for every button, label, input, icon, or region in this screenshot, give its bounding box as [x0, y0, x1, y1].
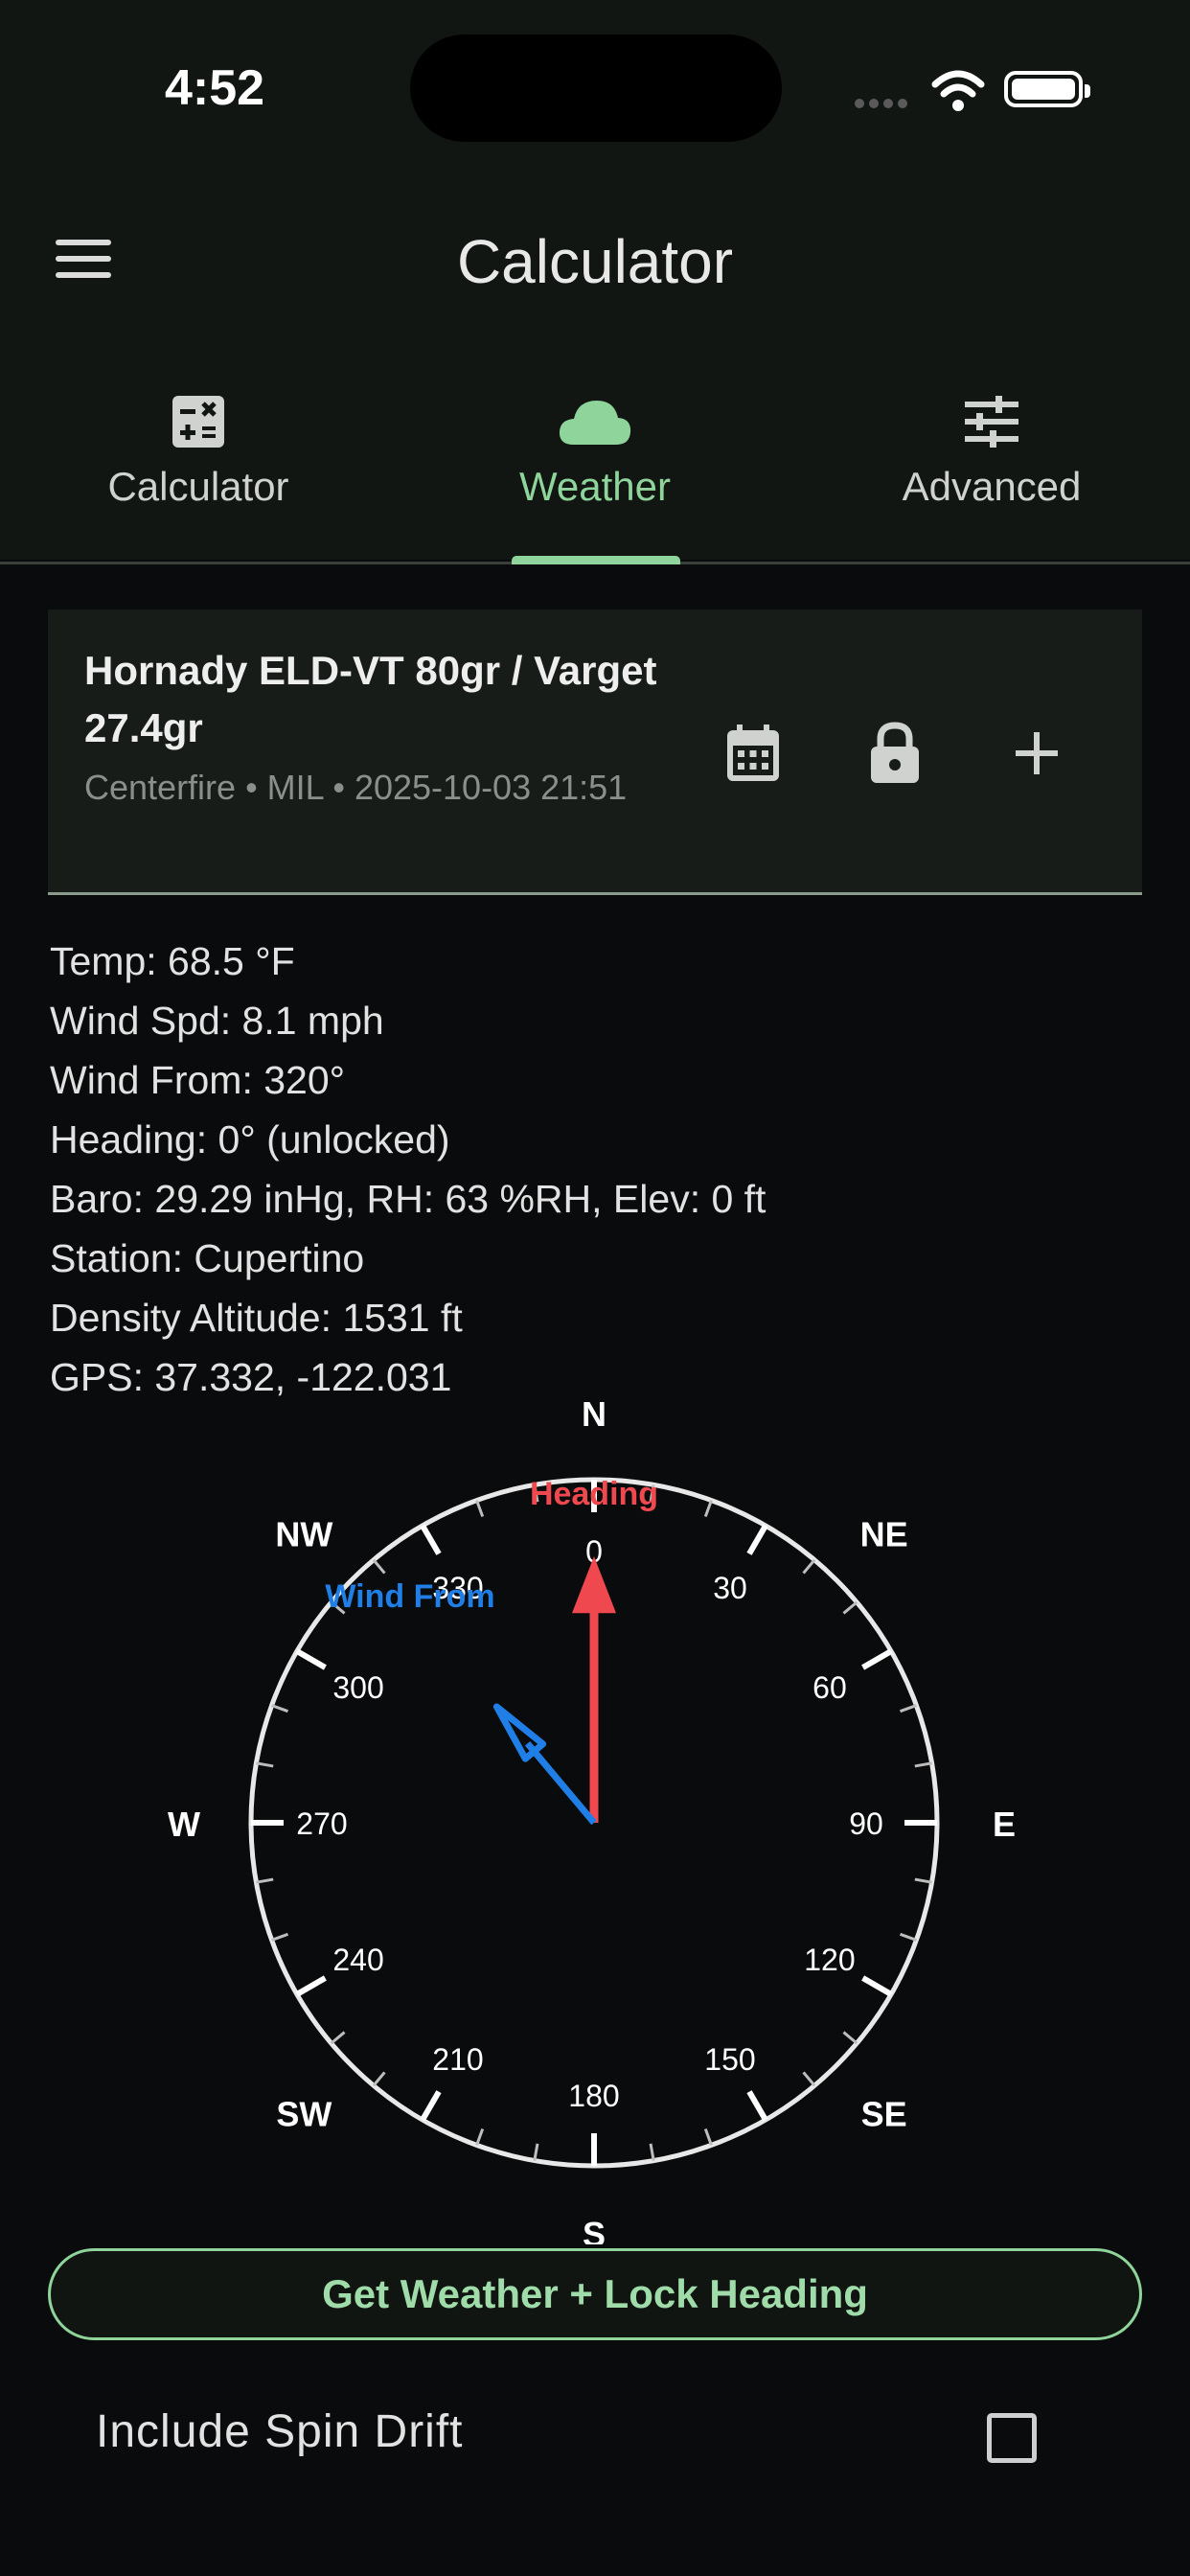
profile-meta: Centerfire • MIL • 2025-10-03 21:51 — [84, 768, 628, 807]
compass-tick — [914, 1761, 932, 1768]
compass-cardinal-label: E — [993, 1805, 1016, 1844]
compass-tick — [802, 2071, 816, 2087]
compass-cardinal-label: NE — [860, 1514, 908, 1553]
tab-active-indicator — [512, 556, 680, 564]
calculator-icon — [172, 396, 224, 448]
compass-tick — [861, 1648, 893, 1670]
wind-speed-text: Wind Spd: 8.1 mph — [50, 999, 384, 1043]
compass-cardinal-label: NW — [275, 1514, 332, 1553]
compass-tick — [802, 1558, 816, 1575]
heading-text: Heading: 0° (unlocked) — [50, 1117, 450, 1162]
compass-tick — [420, 1524, 442, 1555]
compass-tick — [914, 1877, 932, 1884]
tab-advanced[interactable]: Advanced — [793, 364, 1190, 562]
compass-cardinal-label: SW — [276, 2095, 332, 2134]
lock-icon — [871, 722, 919, 783]
compass-tick — [271, 1704, 289, 1714]
compass-tick — [295, 1648, 327, 1670]
wind-from-label: Wind From — [325, 1578, 494, 1615]
get-weather-lock-heading-button[interactable]: Get Weather + Lock Heading — [48, 2248, 1142, 2340]
compass-degree-label: 60 — [812, 1670, 847, 1705]
wind-from-text: Wind From: 320° — [50, 1058, 346, 1102]
plus-icon — [1016, 732, 1058, 774]
compass-degree-label: 240 — [332, 1943, 383, 1977]
compass-cardinal-label: W — [168, 1805, 200, 1844]
temp-text: Temp: 68.5 °F — [50, 939, 295, 983]
compass-tick — [842, 1600, 858, 1615]
sliders-icon — [965, 396, 1018, 448]
app-bar: Calculator — [0, 192, 1190, 326]
density-altitude-text: Density Altitude: 1531 ft — [50, 1296, 463, 1340]
spin-drift-checkbox[interactable] — [987, 2413, 1037, 2463]
tab-calculator-label: Calculator — [107, 464, 289, 509]
baro-text: Baro: 29.29 inHg, RH: 63 %RH, Elev: 0 ft — [50, 1177, 767, 1221]
compass-degree-label: 120 — [804, 1943, 855, 1977]
load-profile-card[interactable]: Hornady ELD-VT 80gr / Varget 27.4gr Cent… — [48, 610, 1142, 895]
compass-tick — [330, 2031, 346, 2045]
battery-icon — [1004, 71, 1090, 107]
compass-degree-label: 300 — [332, 1670, 383, 1705]
compass-tick — [420, 2090, 442, 2122]
compass-degree-label: 210 — [432, 2042, 483, 2077]
profile-name: Hornady ELD-VT 80gr / Varget 27.4gr — [84, 648, 657, 750]
compass-tick — [295, 1975, 327, 1997]
compass-cardinal-label: N — [582, 1401, 606, 1434]
tab-weather-label: Weather — [519, 464, 671, 509]
compass-degree-label: 270 — [296, 1806, 347, 1841]
compass-tick — [746, 2090, 768, 2122]
tab-calculator[interactable]: Calculator — [0, 364, 397, 562]
compass-cardinal-label: S — [583, 2215, 606, 2244]
heading-arrow-head — [572, 1556, 616, 1614]
weather-info: Temp: 68.5 °F Wind Spd: 8.1 mph Wind Fro… — [50, 932, 766, 1407]
wifi-icon — [931, 70, 985, 111]
compass: 0306090120150180210240270300330NNEESESSW… — [168, 1401, 1016, 2244]
signal-icon — [855, 96, 912, 113]
compass-tick — [372, 2071, 386, 2087]
gps-text: GPS: 37.332, -122.031 — [50, 1355, 452, 1399]
spin-drift-label: Include Spin Drift — [96, 2406, 464, 2457]
compass-tick — [475, 2128, 485, 2146]
compass-tick — [256, 1877, 274, 1884]
tab-weather[interactable]: Weather — [397, 364, 793, 564]
compass-cardinal-label: SE — [861, 2095, 907, 2134]
compass-tick — [533, 2143, 539, 2161]
heading-label: Heading — [530, 1476, 658, 1512]
compass-degree-label: 150 — [704, 2042, 755, 2077]
page-title: Calculator — [456, 227, 734, 296]
compass-tick — [746, 1524, 768, 1555]
dynamic-island — [410, 34, 782, 142]
station-text: Station: Cupertino — [50, 1236, 365, 1280]
wind-arrow-shaft — [524, 1741, 597, 1826]
compass-tick — [899, 1932, 917, 1942]
status-bar: 4:52 — [0, 0, 1190, 182]
tab-advanced-label: Advanced — [902, 464, 1082, 509]
calendar-icon — [727, 724, 779, 781]
compass-tick — [861, 1975, 893, 1997]
compass-tick — [649, 2143, 655, 2161]
status-time: 4:52 — [165, 60, 265, 116]
compass-tick — [842, 2031, 858, 2045]
cloud-icon — [559, 401, 631, 445]
compass-degree-label: 30 — [713, 1571, 747, 1605]
compass-tick — [256, 1761, 274, 1768]
tab-bar: Calculator Weather Advanced — [0, 364, 1190, 564]
calendar-button[interactable] — [715, 715, 791, 792]
lock-button[interactable] — [857, 715, 933, 792]
compass-tick — [475, 1500, 485, 1518]
compass-tick — [372, 1558, 386, 1575]
compass-tick — [899, 1704, 917, 1714]
compass-degree-label: 90 — [849, 1806, 883, 1841]
compass-tick — [271, 1932, 289, 1942]
compass-degree-label: 180 — [568, 2079, 619, 2113]
compass-tick — [703, 1500, 713, 1518]
add-button[interactable] — [998, 715, 1075, 792]
compass-tick — [703, 2128, 713, 2146]
wind-arrow-head — [492, 1703, 547, 1762]
